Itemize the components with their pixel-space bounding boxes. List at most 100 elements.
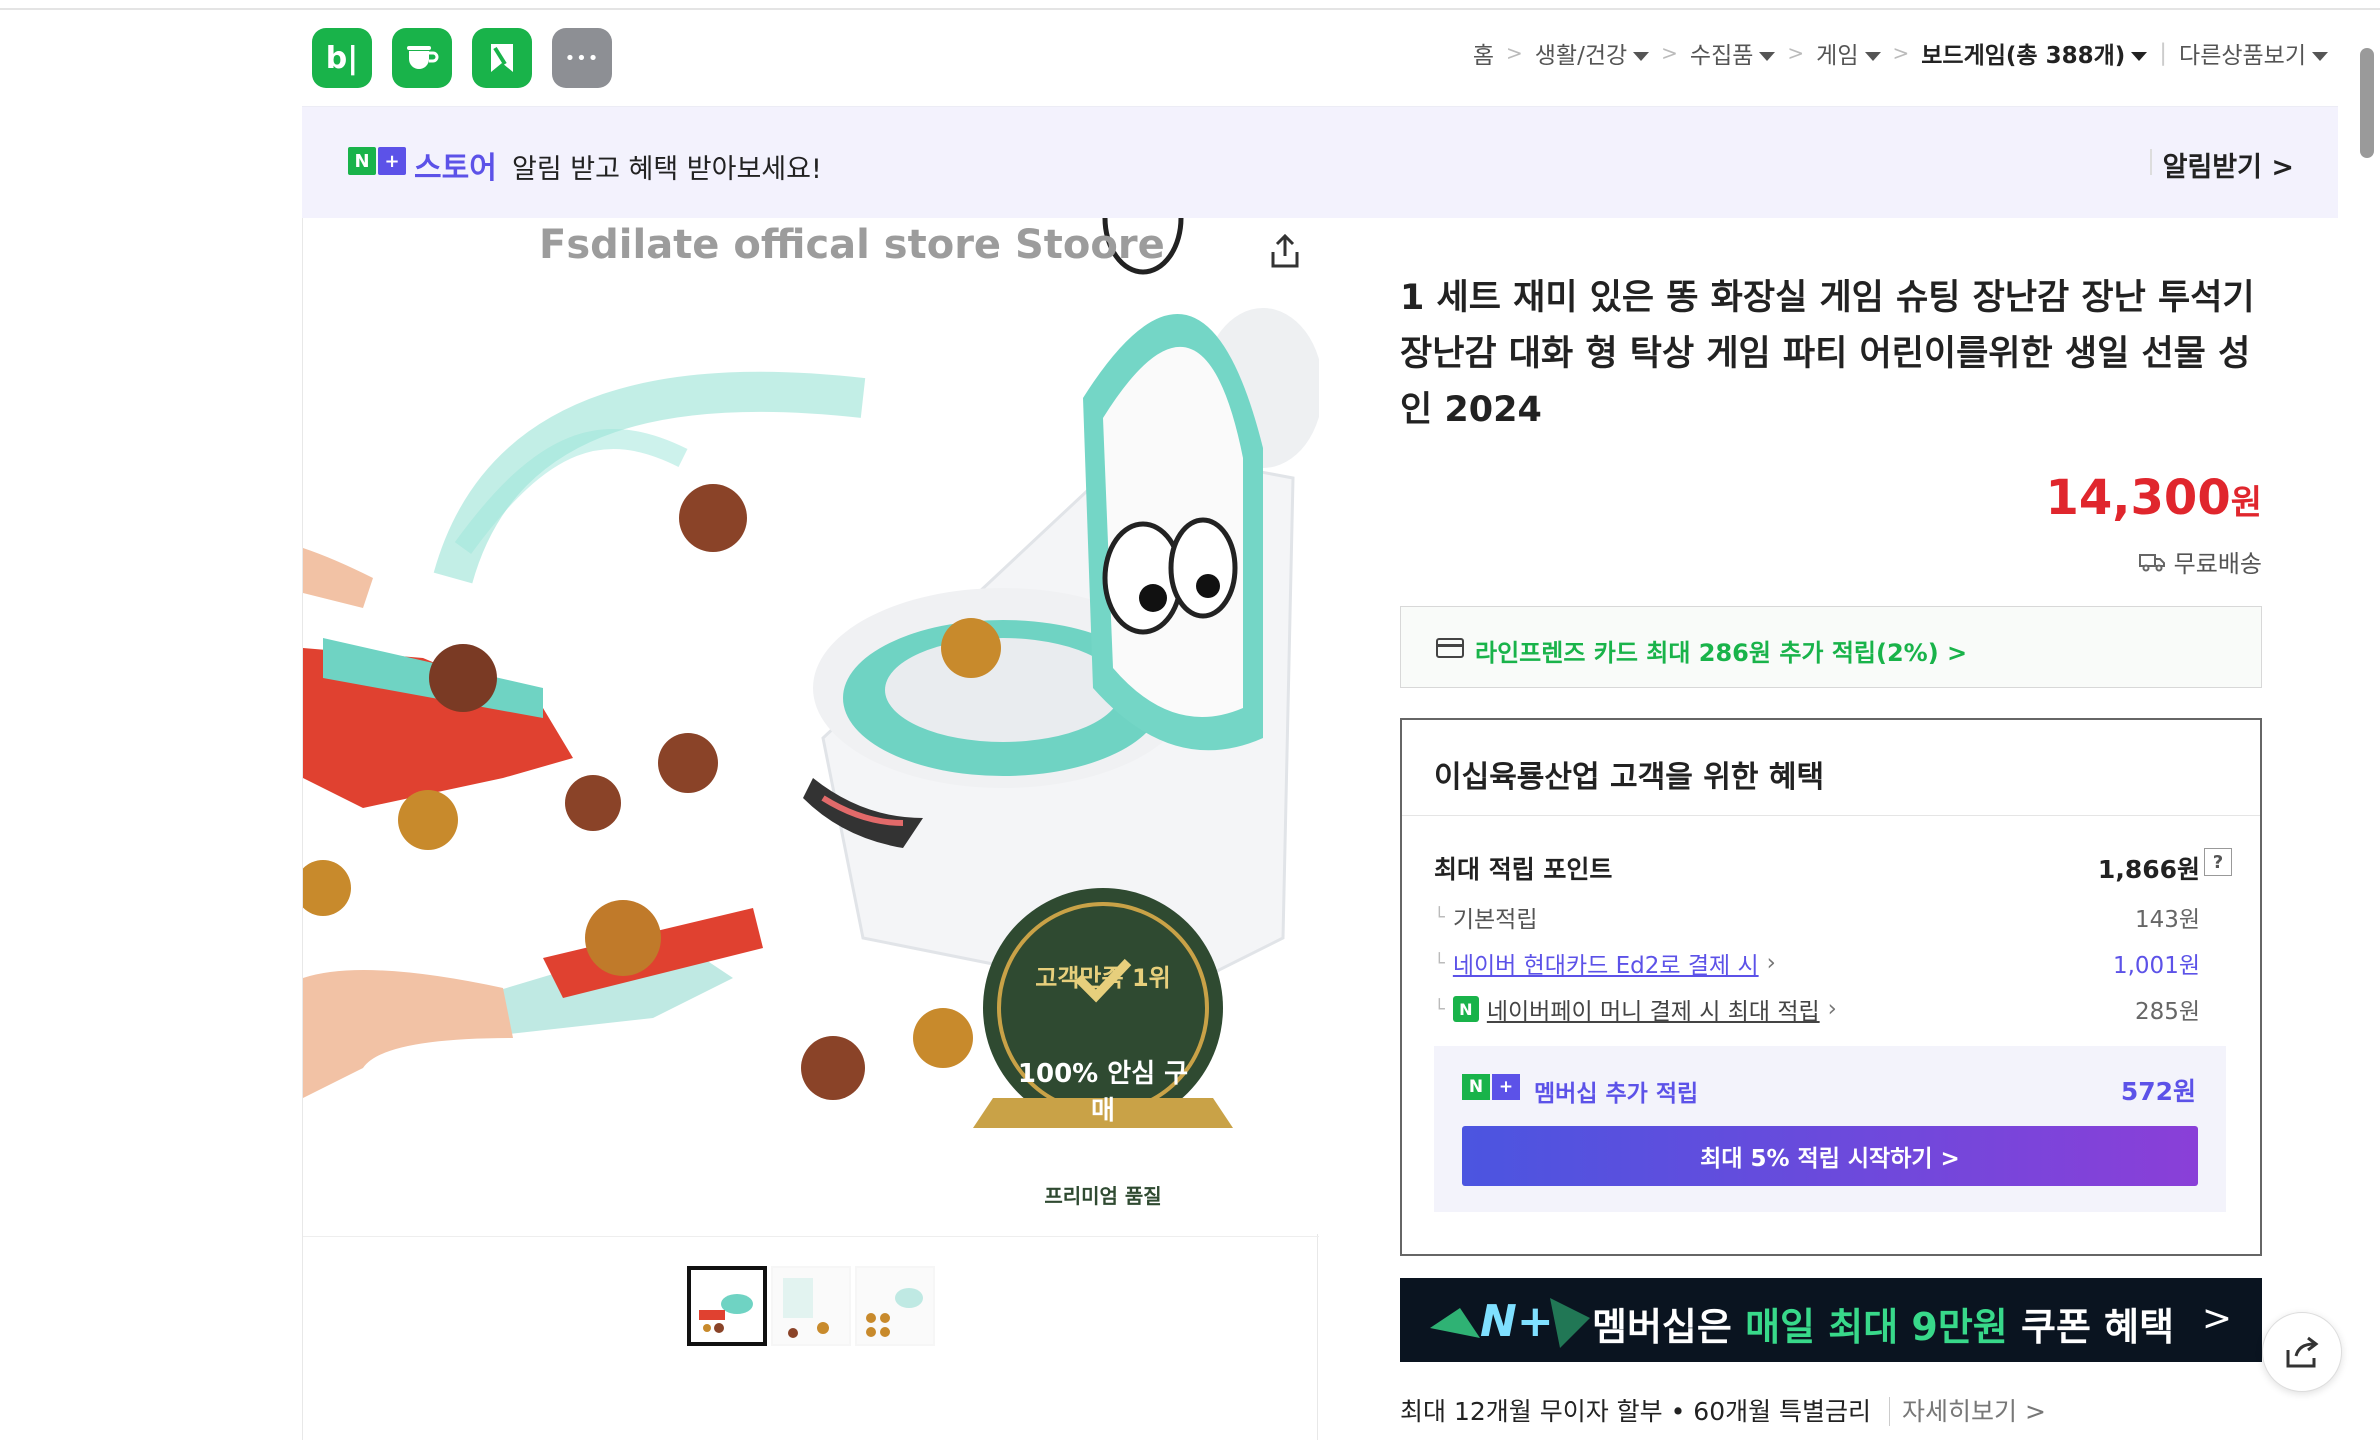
membership-label: 멤버십 추가 적립	[1534, 1081, 1699, 1107]
hyundai-card-link[interactable]: 네이버 현대카드 Ed2로 결제 시	[1453, 946, 1759, 980]
naver-pay-link[interactable]: 네이버페이 머니 결제 시 최대 적립	[1487, 992, 1820, 1026]
other-products-dropdown[interactable]: 다른상품보기	[2179, 36, 2328, 70]
max-points-label: 최대 적립 포인트	[1434, 855, 1613, 884]
card-promo-text: 라인프렌즈 카드 최대 286원 추가 적립(2%) >	[1475, 639, 1968, 667]
shipping-info: 무료배송	[2138, 544, 2262, 579]
breadcrumb-separator: >	[1506, 41, 1523, 65]
banner-highlight: 매일 최대 9만원	[1745, 1305, 2008, 1349]
breadcrumb-home[interactable]: 홈	[1473, 36, 1494, 70]
product-gallery: Fsdilate offical store Stoore 고객만족 1위 10…	[302, 218, 1319, 1440]
max-points-value-wrap: 1,866원 ?	[2097, 848, 2232, 886]
banner-prefix: 멤버십은	[1592, 1305, 1746, 1349]
membership-value: 572원	[2120, 1077, 2196, 1106]
basic-points-label: 기본적립	[1452, 907, 1538, 933]
breadcrumb-separator: >	[1661, 41, 1678, 65]
other-products-label: 다른상품보기	[2179, 43, 2306, 69]
thumbnail-2[interactable]	[771, 1266, 851, 1346]
breadcrumb: 홈 > 생활/건강 > 수집품 > 게임 > 보드게임(총 388개) | 다른…	[1473, 36, 2328, 70]
thumbnail-1-image	[691, 1270, 763, 1342]
product-title: 1 세트 재미 있은 똥 화장실 게임 슈팅 장난감 장난 투석기 장난감 대화…	[1400, 278, 2255, 430]
breadcrumb-current[interactable]: 보드게임(총 388개)	[1921, 36, 2148, 70]
naver-plus-logo: N +	[348, 147, 406, 175]
max-points-row: 최대 적립 포인트 1,866원 ?	[1434, 848, 2232, 886]
thumbnail-strip	[687, 1266, 935, 1346]
thumbnail-1[interactable]	[687, 1266, 767, 1346]
caret-down-icon	[1759, 52, 1776, 61]
basic-points-value: 143원	[2134, 907, 2200, 933]
benefit-row-basic: └ 기본적립 143원	[1434, 900, 2200, 934]
tree-branch-icon: └	[1434, 952, 1445, 974]
share-glyph	[1271, 233, 1299, 268]
watermark-text: Fsdilate offical store Stoore	[539, 222, 1165, 268]
tree-branch-icon: └	[1434, 906, 1445, 928]
credit-card-icon	[1436, 638, 1464, 658]
chevron-right-icon: ›	[1827, 996, 1837, 1022]
badge-line2: 100% 안심 구매	[1017, 1059, 1189, 1126]
store-label: 스토어	[414, 151, 497, 186]
membership-banner[interactable]: N+ 멤버십은 매일 최대 9만원 쿠폰 혜택 >	[1400, 1278, 2262, 1362]
card-promo-box[interactable]: 라인프렌즈 카드 최대 286원 추가 적립(2%) >	[1400, 606, 2262, 688]
chevron-right-icon: >	[2201, 1298, 2232, 1339]
breadcrumb-separator: >	[1892, 41, 1910, 65]
banner-suffix: 쿠폰 혜택	[2007, 1305, 2175, 1349]
thumbnail-3-image	[857, 1268, 933, 1344]
bookmark-icon	[491, 44, 513, 72]
start-membership-button[interactable]: 최대 5% 적립 시작하기 >	[1462, 1126, 2198, 1186]
guarantee-badge: 고객만족 1위 100% 안심 구매 환불 보장 프리미엄 품질	[1008, 958, 1198, 1209]
price-value: 14,300	[2045, 470, 2231, 526]
more-apps-icon[interactable]: •••	[552, 28, 612, 88]
plus-icon: +	[378, 147, 406, 175]
thumbnail-2-image	[773, 1268, 849, 1344]
customer-benefit-box: 이십육룡산업 고객을 위한 혜택 최대 적립 포인트 1,866원 ? └ 기본적…	[1400, 718, 2262, 1256]
caret-down-icon	[1633, 52, 1650, 61]
cafe-app-icon[interactable]	[392, 28, 452, 88]
subscribe-alert-button[interactable]: 알림받기 >	[2163, 145, 2294, 184]
cup-icon	[407, 46, 439, 69]
scrollbar-track[interactable]	[2352, 30, 2380, 1440]
installment-info: 최대 12개월 무이자 할부 • 60개월 특별금리 자세히보기 >	[1400, 1392, 2046, 1428]
thumbnail-3[interactable]	[855, 1266, 935, 1346]
blog-app-icon[interactable]: b|	[312, 28, 372, 88]
installment-text: 최대 12개월 무이자 할부 • 60개월 특별금리	[1400, 1397, 1872, 1426]
breadcrumb-divider: |	[2159, 40, 2168, 66]
blog-icon-label: b|	[325, 40, 359, 76]
benefit-title: 이십육룡산업 고객을 위한 혜택	[1402, 720, 2260, 816]
caret-down-icon	[2312, 52, 2328, 61]
more-dots-label: •••	[564, 47, 600, 69]
scrollbar-thumb[interactable]	[2360, 48, 2374, 158]
benefit-row-card: └ 네이버 현대카드 Ed2로 결제 시 › 1,001원	[1434, 946, 2200, 980]
installment-details-link[interactable]: 자세히보기 >	[1889, 1397, 2046, 1426]
share-icon[interactable]	[1265, 232, 1305, 272]
app-shortcuts: b| •••	[312, 28, 612, 88]
help-icon[interactable]: ?	[2204, 848, 2232, 876]
svg-text:N+: N+	[1480, 1296, 1554, 1347]
share-icon	[2286, 1336, 2319, 1368]
shipping-label: 무료배송	[2173, 550, 2262, 578]
floating-share-button[interactable]	[2262, 1312, 2342, 1392]
gallery-divider	[303, 1236, 1319, 1237]
product-price: 14,300원	[2045, 470, 2262, 526]
bookmark-app-icon[interactable]	[472, 28, 532, 88]
card-points-value: 1,001원	[2112, 953, 2200, 979]
max-points-value: 1,866원	[2097, 855, 2200, 884]
naver-n-icon: N	[348, 147, 376, 175]
main-product-image[interactable]: Fsdilate offical store Stoore 고객만족 1위 10…	[303, 218, 1319, 1234]
naver-n-icon: N	[1462, 1074, 1490, 1100]
store-notification-bar: N + 스토어 알림 받고 혜택 받아보세요! 알림받기 >	[302, 106, 2338, 218]
breadcrumb-cat1[interactable]: 생활/건강	[1534, 36, 1650, 70]
breadcrumb-cat1-label: 생활/건강	[1534, 43, 1628, 69]
naver-plus-banner-logo: N+	[1430, 1296, 1590, 1348]
breadcrumb-cat3[interactable]: 게임	[1816, 36, 1881, 70]
top-divider	[0, 8, 2380, 10]
breadcrumb-separator: >	[1787, 41, 1805, 65]
badge-line3: 환불 보장	[1050, 1133, 1156, 1163]
product-info: 1 세트 재미 있은 똥 화장실 게임 슈팅 장난감 장난 투석기 장난감 대화…	[1400, 270, 2262, 1426]
breadcrumb-cat2[interactable]: 수집품	[1690, 36, 1776, 70]
banner-text: 멤버십은 매일 최대 9만원 쿠폰 혜택	[1592, 1296, 2174, 1351]
caret-down-icon	[1864, 52, 1881, 61]
benefit-row-npay: └ N 네이버페이 머니 결제 시 최대 적립 › 285원	[1434, 992, 2200, 1026]
truck-icon	[2138, 553, 2165, 571]
npay-points-value: 285원	[2134, 999, 2200, 1025]
membership-section: N + 멤버십 추가 적립 572원 최대 5% 적립 시작하기 >	[1434, 1046, 2226, 1212]
plus-icon: +	[1492, 1074, 1520, 1100]
